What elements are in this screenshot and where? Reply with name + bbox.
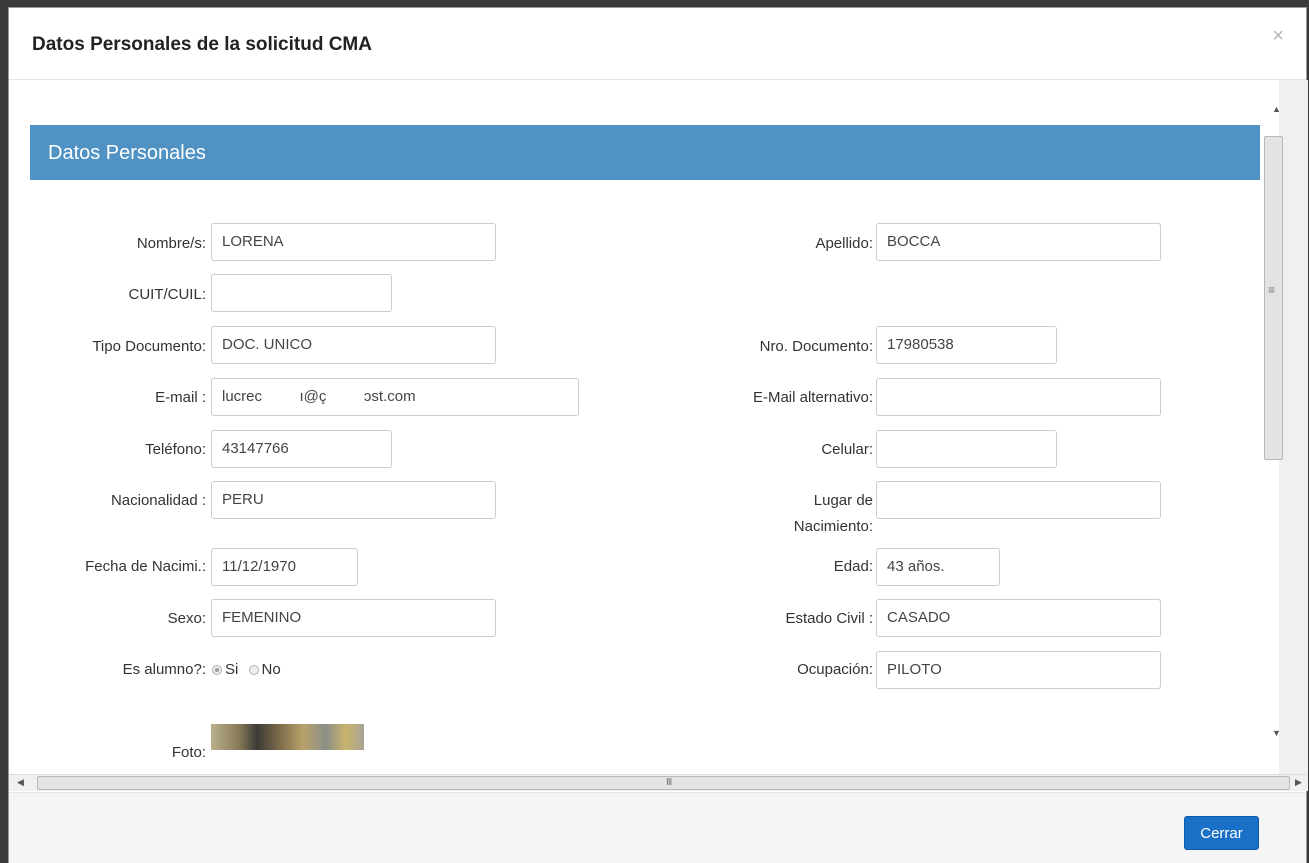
ocupacion-label: Ocupación: [797,661,873,678]
cuit-input[interactable] [211,274,392,312]
email-alternativo-label: E-Mail alternativo: [752,389,873,406]
section-title: Datos Personales [48,142,206,164]
email-alternativo-input[interactable] [876,378,1161,416]
radio-no-label: No [261,661,281,678]
scroll-down-icon[interactable]: ▼ [1272,728,1281,738]
estado-civil-label: Estado Civil : [785,610,873,627]
scroll-left-icon[interactable]: ◀ [17,777,24,788]
apellido-input[interactable]: BOCCA [876,223,1161,261]
horizontal-scroll-thumb[interactable]: III [37,776,1290,790]
horizontal-grip-icon: III [666,777,672,788]
vertical-scroll-thumb[interactable]: ≡ [1264,136,1283,460]
lugar-nacimiento-label-1: Lugar de [813,492,873,509]
nro-documento-input[interactable]: 17980538 [876,326,1057,364]
nombre-label: Nombre/s: [136,235,206,252]
telefono-label: Teléfono: [145,441,206,458]
scroll-up-icon[interactable]: ▲ [1272,104,1281,114]
nombre-input[interactable]: LORENA [211,223,496,261]
fecha-nacimiento-label: Fecha de Nacimi.: [85,558,206,575]
modal-title: Datos Personales de la solicitud CMA [32,34,372,55]
lugar-nacimiento-label-2: Nacimiento: [793,518,873,535]
estado-civil-input[interactable]: CASADO [876,599,1161,637]
es-alumno-label: Es alumno?: [122,661,206,678]
modal-footer [9,792,1306,863]
edad-input[interactable]: 43 años. [876,548,1000,586]
edad-label: Edad: [833,558,873,575]
modal-header: Datos Personales de la solicitud CMA × [9,8,1306,80]
telefono-input[interactable]: 43147766 [211,430,392,468]
cerrar-button[interactable]: Cerrar [1184,816,1259,850]
nacionalidad-input[interactable]: PERU [211,481,496,519]
close-icon[interactable]: × [1272,26,1284,46]
es-alumno-radio-group: Si No [212,661,281,678]
sexo-input[interactable]: FEMENINO [211,599,496,637]
modal-dialog: Datos Personales de la solicitud CMA × D… [8,7,1308,863]
email-input[interactable]: lucrec ı@ç ɔst.com [211,378,579,416]
vertical-scrollbar[interactable] [1279,80,1308,774]
nro-documento-label: Nro. Documento: [759,338,873,355]
foto-label: Foto: [171,744,206,761]
lugar-nacimiento-input[interactable] [876,481,1161,519]
celular-input[interactable] [876,430,1057,468]
tipo-documento-label: Tipo Documento: [92,338,206,355]
radio-no[interactable] [248,665,259,675]
form-viewport: Datos Personales Nombre/s: LORENA Apelli… [9,80,1279,774]
nacionalidad-label: Nacionalidad : [110,492,206,509]
section-header: Datos Personales [30,125,1260,180]
cuit-label: CUIT/CUIL: [128,286,206,303]
apellido-label: Apellido: [815,235,873,252]
horizontal-scrollbar[interactable]: ◀ III ▶ [9,774,1308,791]
scroll-right-icon[interactable]: ▶ [1295,777,1302,788]
radio-si[interactable] [212,665,222,675]
tipo-documento-input[interactable]: DOC. UNICO [211,326,496,364]
radio-si-label: Si [225,661,239,678]
foto-image [211,724,364,750]
fecha-nacimiento-input[interactable]: 11/12/1970 [211,548,358,586]
vertical-grip-icon: ≡ [1268,283,1276,297]
email-label: E-mail : [155,389,206,406]
ocupacion-input[interactable]: PILOTO [876,651,1161,689]
sexo-label: Sexo: [167,610,206,627]
celular-label: Celular: [821,441,873,458]
